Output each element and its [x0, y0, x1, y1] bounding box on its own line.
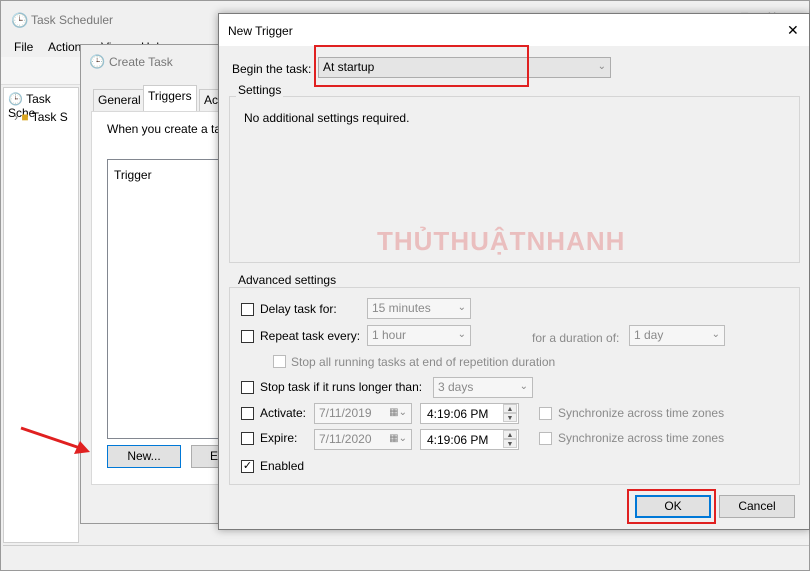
expire-time-spinner[interactable]: 4:19:06 PM ▲ ▼ [420, 429, 519, 450]
delay-task-value: 15 minutes [372, 301, 431, 315]
expire-date-picker[interactable]: 7/11/2020 ▦⌄ [314, 429, 412, 450]
tab-triggers[interactable]: Triggers [143, 85, 197, 111]
delay-task-checkbox[interactable] [241, 303, 254, 316]
duration-label: for a duration of: [532, 331, 620, 345]
highlight-begin-task [314, 45, 529, 87]
tab-general[interactable]: General [93, 89, 146, 111]
chevron-right-icon: › [14, 110, 18, 124]
chevron-down-icon: ⌄ [711, 329, 720, 340]
chevron-down-icon: ⌄ [519, 381, 528, 392]
tree-item-label: Task S [31, 110, 68, 124]
close-icon[interactable]: ✕ [787, 22, 799, 39]
expire-time-value: 4:19:06 PM [427, 433, 489, 447]
chevron-down-icon: ⌄ [597, 61, 606, 72]
new-trigger-button[interactable]: New... [107, 445, 181, 468]
new-trigger-dialog: New Trigger ✕ Begin the task: At startup… [218, 13, 810, 530]
chevron-down-icon: ⌄ [457, 302, 466, 313]
settings-text: No additional settings required. [244, 111, 410, 125]
calendar-icon: ▦⌄ [389, 433, 407, 444]
repeat-task-label: Repeat task every: [260, 329, 361, 343]
repeat-task-select[interactable]: 1 hour ⌄ [367, 325, 471, 346]
sync-expire-label: Synchronize across time zones [558, 431, 725, 445]
activate-date-picker[interactable]: 7/11/2019 ▦⌄ [314, 403, 412, 424]
annotation-arrow-icon [20, 426, 90, 454]
advanced-settings-label: Advanced settings [236, 273, 339, 287]
duration-select[interactable]: 1 day ⌄ [629, 325, 725, 346]
stop-longer-value: 3 days [438, 380, 474, 394]
spin-down-icon[interactable]: ▼ [503, 439, 517, 448]
create-task-dialog: 🕒 Create Task General Triggers Ac When y… [80, 44, 241, 524]
tree-item-library[interactable]: › ■ Task S [14, 110, 68, 124]
enabled-label: Enabled [260, 459, 305, 473]
spin-up-icon[interactable]: ▲ [503, 430, 517, 439]
enabled-checkbox[interactable]: ✓ [241, 460, 254, 473]
sync-expire-checkbox[interactable] [539, 432, 552, 445]
triggers-description: When you create a ta [107, 122, 222, 136]
activate-time-spinner[interactable]: 4:19:06 PM ▲ ▼ [420, 403, 519, 424]
create-task-title: Create Task [109, 55, 173, 69]
clock-icon: 🕒 [11, 12, 29, 28]
sync-activate-checkbox[interactable] [539, 407, 552, 420]
repeat-task-checkbox[interactable] [241, 330, 254, 343]
activate-time-value: 4:19:06 PM [427, 407, 489, 421]
stop-running-label: Stop all running tasks at end of repetit… [291, 355, 556, 369]
begin-task-label: Begin the task: [232, 62, 312, 76]
menu-file[interactable]: File [14, 40, 33, 54]
clock-icon: 🕒 [89, 54, 106, 69]
expire-checkbox[interactable] [241, 432, 254, 445]
calendar-icon: ▦⌄ [389, 407, 407, 418]
delay-task-label: Delay task for: [260, 302, 337, 316]
stop-longer-label: Stop task if it runs longer than: [260, 380, 423, 394]
spin-up-icon[interactable]: ▲ [503, 404, 517, 413]
stop-longer-select[interactable]: 3 days ⌄ [433, 377, 533, 398]
menu-action[interactable]: Action [48, 40, 81, 54]
dialog-titlebar: New Trigger ✕ [219, 14, 809, 46]
settings-group-label: Settings [236, 83, 284, 97]
expire-label: Expire: [260, 431, 298, 445]
checkmark-icon: ✓ [242, 460, 253, 472]
folder-icon: ■ [21, 110, 29, 124]
dialog-title: New Trigger [228, 24, 293, 38]
list-header-trigger: Trigger [114, 168, 152, 182]
repeat-task-value: 1 hour [372, 328, 407, 342]
stop-longer-checkbox[interactable] [241, 381, 254, 394]
clock-icon: 🕒 [8, 92, 23, 106]
watermark-logo: THỦTHUẬTNHANH [377, 226, 626, 256]
task-scheduler-title: Task Scheduler [31, 13, 114, 27]
navigation-tree: 🕒 Task Sche › ■ Task S [3, 87, 79, 543]
activate-checkbox[interactable] [241, 407, 254, 420]
activate-date-value: 7/11/2019 [319, 406, 372, 420]
stop-running-checkbox[interactable] [273, 355, 286, 368]
status-bar [3, 545, 809, 569]
activate-label: Activate: [260, 406, 307, 420]
duration-value: 1 day [634, 328, 664, 342]
delay-task-select[interactable]: 15 minutes ⌄ [367, 298, 471, 319]
cancel-button[interactable]: Cancel [719, 495, 795, 518]
highlight-ok-button [627, 489, 716, 524]
sync-activate-label: Synchronize across time zones [558, 406, 725, 420]
expire-date-value: 7/11/2020 [319, 432, 372, 446]
chevron-down-icon: ⌄ [457, 329, 466, 340]
spin-down-icon[interactable]: ▼ [503, 413, 517, 422]
